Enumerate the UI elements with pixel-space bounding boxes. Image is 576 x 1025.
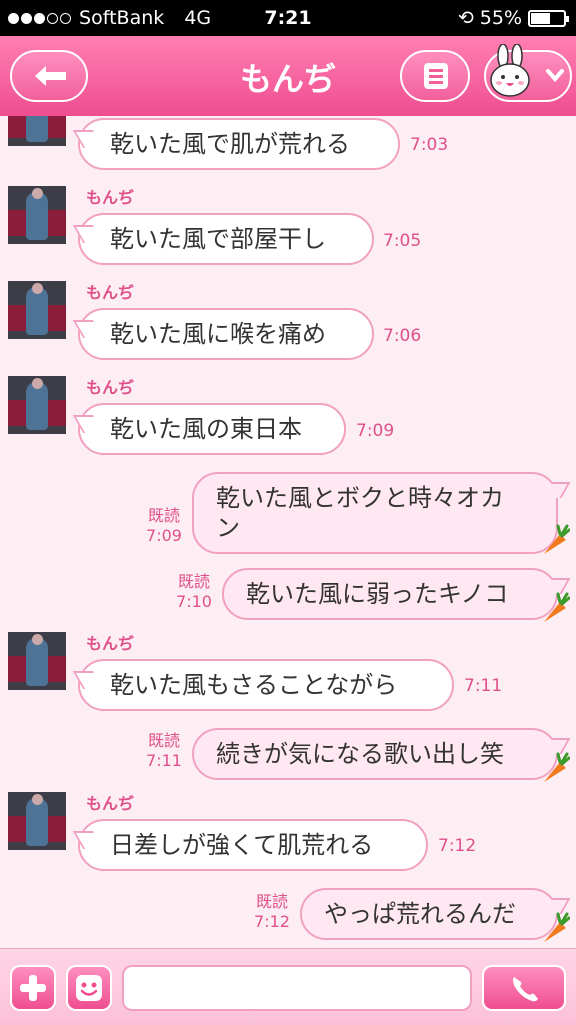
- message-bubble[interactable]: 乾いた風に弱ったキノコ: [222, 568, 558, 620]
- message-time: 7:09: [356, 421, 395, 441]
- friend-avatar[interactable]: [8, 186, 66, 244]
- message-text: 乾いた風の東日本: [110, 415, 302, 443]
- menu-icon: [424, 63, 448, 89]
- friend-avatar[interactable]: [8, 632, 66, 690]
- chat-header: もんぢ: [0, 36, 576, 116]
- status-bar: SoftBank 4G 7:21 ⟲ 55%: [0, 0, 576, 36]
- message-text: 続きが気になる歌い出し笑: [216, 740, 504, 768]
- message-time: 7:09: [146, 526, 182, 545]
- sender-name: もんぢ: [86, 634, 135, 653]
- message-bubble[interactable]: やっぱ荒れるんだ: [300, 888, 558, 940]
- sticker-button[interactable]: [66, 965, 112, 1011]
- chevron-down-icon: [546, 69, 564, 83]
- read-label: 既読: [255, 892, 288, 911]
- message-time: 7:03: [410, 135, 449, 155]
- read-receipt: 既読 7:10: [170, 572, 218, 612]
- message-text: 日差しが強くて肌荒れる: [110, 831, 374, 859]
- message-time: 7:10: [176, 592, 212, 611]
- message-text: 乾いた風で肌が荒れる: [110, 130, 350, 158]
- friend-avatar[interactable]: [8, 281, 66, 339]
- message-bubble[interactable]: 日差しが強くて肌荒れる: [78, 819, 428, 871]
- message-time: 7:12: [254, 912, 290, 931]
- status-right: ⟲ 55%: [457, 7, 569, 29]
- add-button[interactable]: [10, 965, 56, 1011]
- friend-avatar[interactable]: [8, 792, 66, 850]
- message-text: 乾いた風に喉を痛め: [110, 320, 326, 348]
- message-bubble[interactable]: 乾いた風もさることながら: [78, 659, 454, 711]
- sender-name: もんぢ: [86, 794, 135, 813]
- message-time: 7:06: [383, 326, 422, 346]
- carrot-icon: [544, 752, 570, 782]
- call-button[interactable]: [482, 965, 566, 1011]
- battery-icon: [528, 9, 569, 27]
- message-text: 乾いた風で部屋干し: [110, 225, 326, 253]
- message-text: やっぱ荒れるんだ: [324, 900, 516, 928]
- read-receipt: 既読 7:12: [248, 892, 296, 932]
- message-input[interactable]: [122, 965, 472, 1011]
- message-bubble[interactable]: 乾いた風とボクと時々オカン: [192, 472, 558, 554]
- phone-icon: [513, 977, 538, 1002]
- message-text: 乾いた風に弱ったキノコ: [246, 580, 509, 608]
- message-time: 7:11: [146, 751, 182, 770]
- message-bubble[interactable]: 乾いた風で部屋干し: [78, 213, 374, 265]
- read-label: 既読: [177, 572, 210, 591]
- read-label: 既読: [147, 506, 180, 525]
- message-bubble[interactable]: 乾いた風で肌が荒れる: [78, 118, 400, 170]
- message-input-bar: [0, 948, 576, 1025]
- message-text: 乾いた風もさることながら: [110, 671, 398, 699]
- friend-avatar[interactable]: [8, 116, 66, 146]
- sender-name: もんぢ: [86, 283, 135, 302]
- message-text-line1: 乾いた風とボクと時々オカ: [216, 484, 504, 512]
- plus-icon: [20, 975, 46, 1001]
- read-receipt: 既読 7:09: [140, 506, 188, 546]
- battery-percent: 55%: [479, 7, 522, 29]
- carrot-icon: [544, 524, 570, 554]
- bunny-icon: [490, 44, 530, 97]
- message-bubble[interactable]: 乾いた風の東日本: [78, 403, 346, 455]
- carrot-icon: [544, 912, 570, 942]
- sender-name: もんぢ: [86, 378, 135, 397]
- message-time: 7:11: [464, 676, 503, 696]
- smiley-icon: [76, 975, 102, 1001]
- message-bubble[interactable]: 続きが気になる歌い出し笑: [192, 728, 558, 780]
- rotation-lock-icon: ⟲: [457, 7, 474, 29]
- message-text-line2: ン: [216, 514, 240, 542]
- sender-name: もんぢ: [86, 188, 135, 207]
- read-label: 既読: [147, 731, 180, 750]
- message-time: 7:05: [383, 231, 422, 251]
- friend-avatar[interactable]: [8, 376, 66, 434]
- carrot-icon: [544, 592, 570, 622]
- menu-button[interactable]: [400, 50, 470, 102]
- friend-avatar-button[interactable]: [484, 44, 572, 102]
- message-time: 7:12: [438, 836, 477, 856]
- read-receipt: 既読 7:11: [140, 731, 188, 771]
- message-bubble[interactable]: 乾いた風に喉を痛め: [78, 308, 374, 360]
- chat-history[interactable]: 乾いた風で肌が荒れる 7:03 もんぢ 乾いた風で部屋干し 7:05 もんぢ 乾…: [0, 116, 576, 948]
